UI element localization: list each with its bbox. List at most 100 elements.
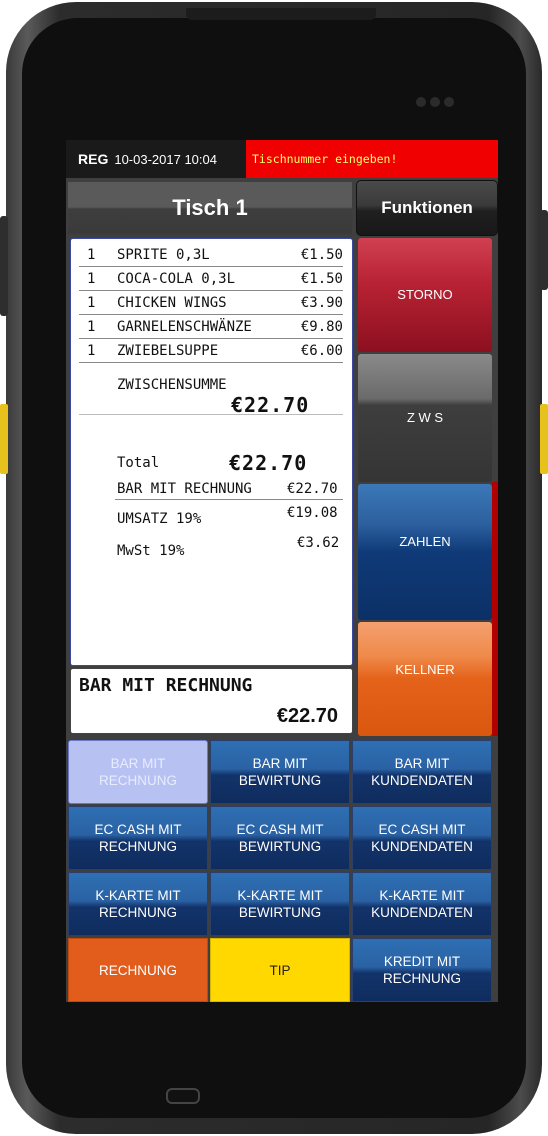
zws-button[interactable]: Z W S bbox=[358, 354, 492, 482]
label-line1: K-KARTE MIT bbox=[95, 888, 181, 903]
action-column: STORNO Z W S ZAHLEN KELLNER bbox=[358, 238, 492, 738]
button-label: K-KARTE MIT RECHNUNG bbox=[95, 887, 180, 921]
tip-button[interactable]: TIP bbox=[210, 938, 350, 1002]
item-name: SPRITE 0,3L bbox=[117, 247, 210, 263]
item-price: €1.50 bbox=[300, 271, 343, 287]
receipt-line[interactable]: 1 ZWIEBELSUPPE €6.00 bbox=[79, 339, 343, 363]
camera-sensors bbox=[416, 94, 458, 112]
item-price: €1.50 bbox=[300, 247, 343, 263]
label-line1: EC CASH MIT bbox=[94, 822, 182, 837]
functions-button[interactable]: Funktionen bbox=[356, 180, 498, 236]
label-line1: K-KARTE MIT bbox=[379, 888, 465, 903]
status-info: REG 10-03-2017 10:04 bbox=[66, 140, 246, 178]
button-label: BAR MIT BEWIRTUNG bbox=[239, 755, 321, 789]
receipt-panel: 1 SPRITE 0,3L €1.50 1 COCA-COLA 0,3L €1.… bbox=[70, 238, 353, 666]
summary-amount: €22.70 bbox=[276, 705, 338, 727]
label-line2: BEWIRTUNG bbox=[238, 839, 322, 854]
button-label: TIP bbox=[269, 962, 291, 978]
pay-bar-kundendaten-button[interactable]: BAR MIT KUNDENDATEN bbox=[352, 740, 492, 804]
status-bar: REG 10-03-2017 10:04 Tischnummer eingeben… bbox=[66, 140, 498, 178]
item-qty: 1 bbox=[87, 295, 96, 311]
pay-ec-rechnung-button[interactable]: EC CASH MIT RECHNUNG bbox=[68, 806, 208, 870]
device-top-slot bbox=[186, 8, 376, 20]
red-indicator bbox=[492, 482, 498, 736]
receipt-line[interactable]: 1 SPRITE 0,3L €1.50 bbox=[79, 243, 343, 267]
button-label: BAR MIT KUNDENDATEN bbox=[371, 755, 473, 789]
payment-label: BAR MIT RECHNUNG bbox=[117, 481, 252, 497]
vat-label: MwSt 19% bbox=[117, 543, 185, 559]
receipt-line[interactable]: 1 COCA-COLA 0,3L €1.50 bbox=[79, 267, 343, 291]
app-label: REG bbox=[78, 151, 109, 167]
button-label: EC CASH MIT BEWIRTUNG bbox=[236, 821, 323, 855]
label-line1: BAR MIT bbox=[394, 756, 450, 771]
storno-button[interactable]: STORNO bbox=[358, 238, 492, 352]
power-button bbox=[540, 210, 548, 290]
kellner-button[interactable]: KELLNER bbox=[358, 622, 492, 736]
item-name: CHICKEN WINGS bbox=[117, 295, 227, 311]
pay-kkarte-bewirtung-button[interactable]: K-KARTE MIT BEWIRTUNG bbox=[210, 872, 350, 936]
item-qty: 1 bbox=[87, 319, 96, 335]
total-value: €22.70 bbox=[229, 451, 308, 475]
payment-grid: BAR MIT RECHNUNG BAR MIT BEWIRTUNG BAR MIT… bbox=[66, 740, 498, 1002]
table-title: Tisch 1 bbox=[68, 182, 352, 234]
device-bottom-port bbox=[166, 1088, 200, 1104]
item-price: €6.00 bbox=[300, 343, 343, 359]
rechnung-button[interactable]: RECHNUNG bbox=[68, 938, 208, 1002]
label-line2: KUNDENDATEN bbox=[371, 839, 473, 854]
button-label: K-KARTE MIT BEWIRTUNG bbox=[237, 887, 322, 921]
label-line2: KUNDENDATEN bbox=[371, 905, 473, 920]
label-line2: RECHNUNG bbox=[98, 905, 177, 920]
item-qty: 1 bbox=[87, 247, 96, 263]
label-line2: BEWIRTUNG bbox=[238, 905, 322, 920]
zahlen-button[interactable]: ZAHLEN bbox=[358, 484, 492, 620]
button-label: KREDIT MIT RECHNUNG bbox=[383, 953, 461, 987]
pay-ec-bewirtung-button[interactable]: EC CASH MIT BEWIRTUNG bbox=[210, 806, 350, 870]
alert-message: Tischnummer eingeben! bbox=[246, 140, 498, 178]
pay-bar-bewirtung-button[interactable]: BAR MIT BEWIRTUNG bbox=[210, 740, 350, 804]
label-line2: KUNDENDATEN bbox=[371, 773, 473, 788]
pay-kkarte-kundendaten-button[interactable]: K-KARTE MIT KUNDENDATEN bbox=[352, 872, 492, 936]
label-line2: RECHNUNG bbox=[382, 971, 461, 986]
receipt-line[interactable]: 1 GARNELENSCHWÄNZE €9.80 bbox=[79, 315, 343, 339]
label-line1: BAR MIT bbox=[252, 756, 308, 771]
revenue-value: €19.08 bbox=[287, 505, 338, 521]
item-name: GARNELENSCHWÄNZE bbox=[117, 319, 252, 335]
pay-kkarte-rechnung-button[interactable]: K-KARTE MIT RECHNUNG bbox=[68, 872, 208, 936]
datetime: 10-03-2017 10:04 bbox=[114, 152, 217, 167]
pay-bar-rechnung-button[interactable]: BAR MIT RECHNUNG bbox=[68, 740, 208, 804]
total-label: Total bbox=[117, 455, 160, 471]
label-line1: BAR MIT bbox=[110, 756, 166, 771]
button-label: K-KARTE MIT KUNDENDATEN bbox=[371, 887, 473, 921]
right-scan-key bbox=[540, 404, 548, 474]
payment-summary: BAR MIT RECHNUNG €22.70 bbox=[70, 668, 353, 734]
item-price: €9.80 bbox=[300, 319, 343, 335]
item-qty: 1 bbox=[87, 343, 96, 359]
volume-button bbox=[0, 216, 8, 316]
divider bbox=[79, 414, 343, 415]
subtotal-label: ZWISCHENSUMME bbox=[117, 377, 227, 393]
vat-value: €3.62 bbox=[297, 535, 340, 551]
payment-value: €22.70 bbox=[287, 481, 338, 497]
label-line2: RECHNUNG bbox=[98, 839, 177, 854]
item-name: ZWIEBELSUPPE bbox=[117, 343, 219, 359]
divider bbox=[79, 362, 343, 363]
button-label: BAR MIT RECHNUNG bbox=[99, 755, 177, 789]
receipt-line[interactable]: 1 CHICKEN WINGS €3.90 bbox=[79, 291, 343, 315]
divider bbox=[115, 499, 343, 500]
item-qty: 1 bbox=[87, 271, 96, 287]
label-line1: EC CASH MIT bbox=[236, 822, 324, 837]
button-label: EC CASH MIT RECHNUNG bbox=[94, 821, 181, 855]
pos-screen: REG 10-03-2017 10:04 Tischnummer eingeben… bbox=[66, 140, 498, 1002]
item-price: €3.90 bbox=[300, 295, 343, 311]
label-line2: BEWIRTUNG bbox=[238, 773, 322, 788]
revenue-label: UMSATZ 19% bbox=[117, 511, 202, 527]
label-line1: EC CASH MIT bbox=[378, 822, 466, 837]
label-line1: K-KARTE MIT bbox=[237, 888, 323, 903]
summary-label: BAR MIT RECHNUNG bbox=[79, 675, 253, 696]
item-name: COCA-COLA 0,3L bbox=[117, 271, 236, 287]
label-line1: KREDIT MIT bbox=[383, 954, 461, 969]
pay-kredit-rechnung-button[interactable]: KREDIT MIT RECHNUNG bbox=[352, 938, 492, 1002]
button-label: EC CASH MIT KUNDENDATEN bbox=[371, 821, 473, 855]
pay-ec-kundendaten-button[interactable]: EC CASH MIT KUNDENDATEN bbox=[352, 806, 492, 870]
label-line2: RECHNUNG bbox=[98, 773, 177, 788]
